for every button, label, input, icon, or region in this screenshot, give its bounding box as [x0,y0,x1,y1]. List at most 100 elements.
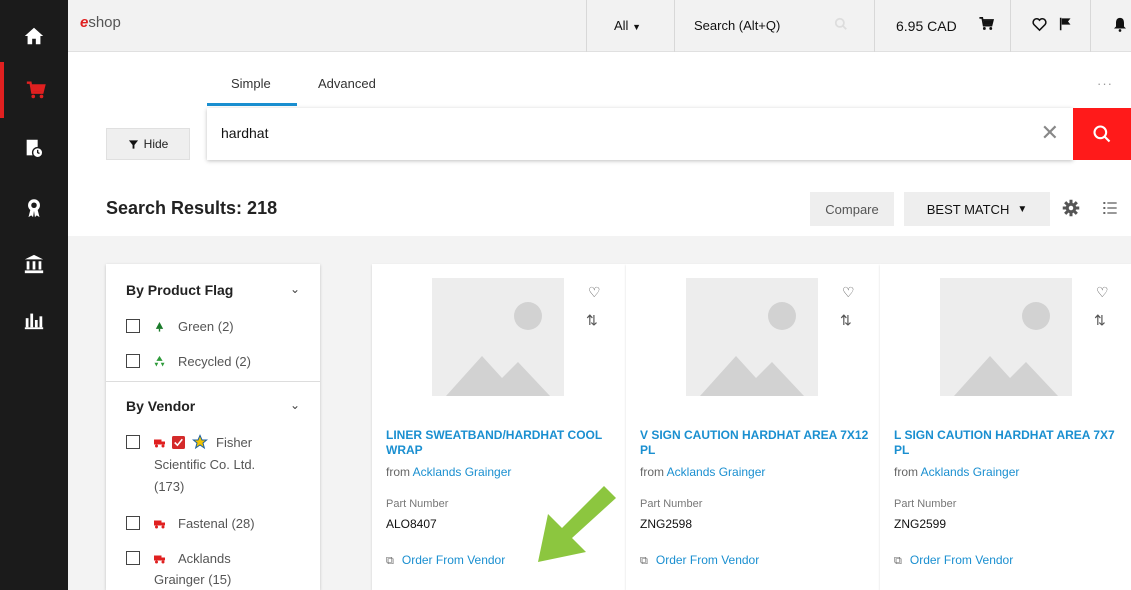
tab-simple[interactable]: Simple [231,76,271,91]
divider [874,0,875,52]
caret-down-icon: ▼ [1017,203,1028,215]
sort-dropdown[interactable]: BEST MATCH ▼ [904,192,1050,226]
nav-awards[interactable] [0,180,68,236]
checkbox-recycled[interactable] [126,354,140,368]
search-value: hardhat [221,125,269,141]
filter-label-fisher-line2: Scientific Co. Ltd. [154,457,256,472]
product-title[interactable]: L SIGN CAUTION HARDHAT AREA 7X7 PL [894,428,1124,458]
product-vendor: from Acklands Grainger [894,465,1019,479]
filter-label-fastenal: Fastenal (28) [178,516,255,531]
order-label: Order From Vendor [401,553,506,567]
order-from-vendor-link[interactable]: ⧉ Order From Vendor [640,553,759,568]
external-link-icon: ⧉ [386,555,394,567]
left-nav [0,0,68,590]
flag-icon[interactable] [1058,16,1073,32]
nav-reports[interactable] [0,292,68,348]
sort-label: BEST MATCH [926,201,1010,217]
external-link-icon: ⧉ [894,555,902,567]
part-number-label: Part Number [386,498,449,510]
vendor-link[interactable]: Acklands Grainger [413,465,512,479]
truck-icon [154,520,165,529]
compare-icon[interactable]: ⇅ [586,312,598,329]
filter-label-acklands-line2: Grainger (15) [154,572,232,587]
tree-icon [155,321,164,332]
checkbox-green[interactable] [126,319,140,333]
global-search-input[interactable]: Search (Alt+Q) [694,18,780,33]
cart-icon[interactable] [978,15,995,32]
gear-icon[interactable] [1062,199,1080,217]
product-title[interactable]: V SIGN CAUTION HARDHAT AREA 7X12 PL [640,428,870,458]
annotation-arrow-icon [538,486,616,562]
eshop-logo[interactable]: eshop [80,14,121,31]
search-icon[interactable] [834,17,848,31]
divider [1090,0,1091,52]
filter-panel: By Product Flag ⌄ Green (2) Recycled (2)… [106,264,320,590]
top-bar: eshop All ▼ Search (Alt+Q) 6.95 CAD [68,0,1131,52]
scope-dropdown[interactable]: All ▼ [614,18,641,33]
bell-icon[interactable] [1112,16,1128,33]
heart-icon[interactable]: ♡ [842,284,855,301]
product-title[interactable]: LINER SWEATBAND/HARDHAT COOL WRAP [386,428,616,458]
truck-icon [154,439,165,448]
heart-icon[interactable] [1032,17,1047,32]
checkbox-fastenal[interactable] [126,516,140,530]
hide-label: Hide [143,137,169,151]
search-button[interactable] [1073,108,1131,160]
part-number-label: Part Number [640,498,703,510]
search-icon [1093,125,1111,143]
from-prefix: from [640,465,664,479]
compare-icon[interactable]: ⇅ [840,312,852,329]
chevron-down-icon[interactable]: ⌄ [290,398,300,412]
nav-home[interactable] [0,8,68,64]
filter-heading-product-flag: By Product Flag [126,282,234,298]
product-card[interactable]: ♡ ⇅ V SIGN CAUTION HARDHAT AREA 7X12 PL … [626,264,880,590]
truck-icon [154,555,165,564]
filter-label-fisher-count: (173) [154,479,185,494]
home-icon [24,27,44,45]
tab-advanced[interactable]: Advanced [318,76,376,91]
nav-orders[interactable] [0,120,68,176]
vendor-link[interactable]: Acklands Grainger [667,465,766,479]
logo-text: shop [88,14,121,31]
nav-bank[interactable] [0,236,68,292]
checkbox-fisher[interactable] [126,435,140,449]
cart-icon [26,81,46,99]
image-placeholder-icon [686,278,818,396]
from-prefix: from [894,465,918,479]
part-number: ZNG2599 [894,517,947,531]
list-view-icon[interactable] [1102,200,1118,216]
checkbox-checked-icon [172,436,185,449]
nav-shop[interactable] [0,62,68,118]
product-vendor: from Acklands Grainger [386,465,511,479]
vendor-link[interactable]: Acklands Grainger [921,465,1020,479]
hide-filters-button[interactable]: Hide [106,128,190,160]
cart-total[interactable]: 6.95 CAD [896,18,957,34]
heart-icon[interactable]: ♡ [1096,284,1109,301]
part-number: ALO8407 [386,517,437,531]
part-number-label: Part Number [894,498,957,510]
divider [1010,0,1011,52]
close-icon[interactable]: ✕ [1041,120,1059,146]
compare-icon[interactable]: ⇅ [1094,312,1106,329]
filter-label-acklands: Acklands [178,551,231,566]
caret-down-icon: ▼ [632,22,641,32]
order-label: Order From Vendor [655,553,760,567]
part-number: ZNG2598 [640,517,693,531]
heart-icon[interactable]: ♡ [588,284,601,301]
order-from-vendor-link[interactable]: ⧉ Order From Vendor [386,553,505,568]
external-link-icon: ⧉ [640,555,648,567]
active-tab-indicator [207,103,297,106]
recycle-icon [154,355,165,367]
order-from-vendor-link[interactable]: ⧉ Order From Vendor [894,553,1013,568]
filter-label-green: Green (2) [178,319,234,334]
bar-chart-icon [24,313,44,330]
more-options[interactable]: ··· [1097,76,1113,91]
search-input[interactable]: hardhat ✕ [207,108,1073,160]
product-card[interactable]: ♡ ⇅ L SIGN CAUTION HARDHAT AREA 7X7 PL f… [880,264,1131,590]
checkbox-acklands[interactable] [126,551,140,565]
compare-button[interactable]: Compare [810,192,894,226]
results-title: Search Results: 218 [106,198,278,218]
chevron-down-icon[interactable]: ⌄ [290,282,300,296]
filter-heading-vendor: By Vendor [126,398,196,414]
divider [674,0,675,52]
